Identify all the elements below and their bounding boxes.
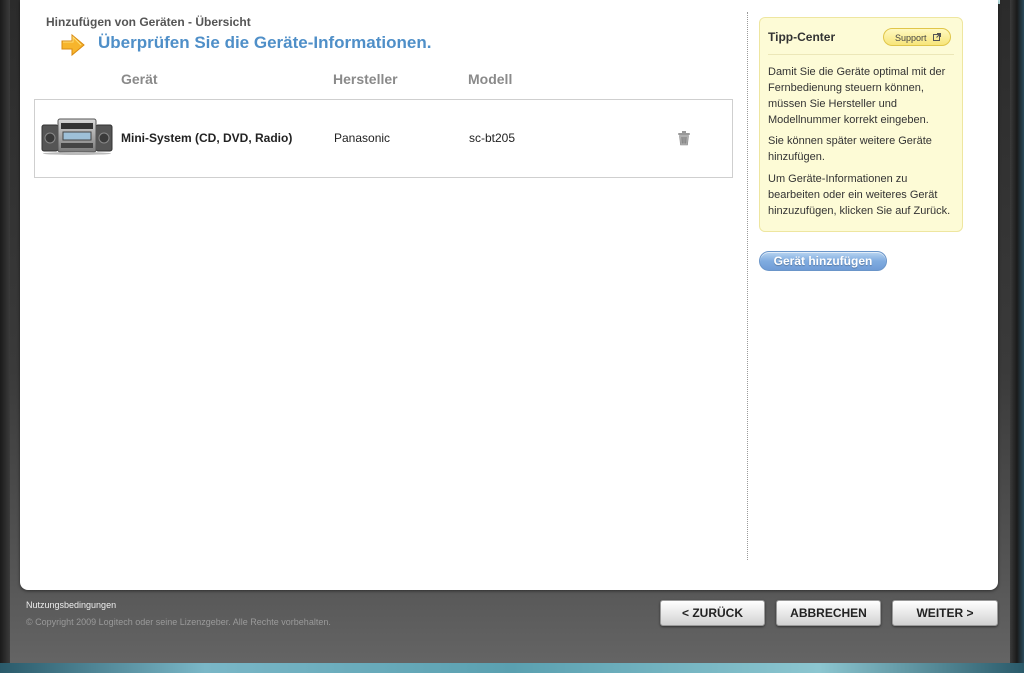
section-divider xyxy=(747,12,748,560)
device-row: Mini-System (CD, DVD, Radio) Panasonic s… xyxy=(34,99,733,178)
support-button[interactable]: Support xyxy=(883,28,951,46)
breadcrumb: Hinzufügen von Geräten - Übersicht xyxy=(46,15,251,29)
device-model: sc-bt205 xyxy=(469,131,516,145)
add-device-button[interactable]: Gerät hinzufügen xyxy=(759,251,887,271)
main-panel: Hinzufügen von Geräten - Übersicht Überp… xyxy=(20,0,998,590)
external-link-icon xyxy=(933,33,941,41)
page-title: Überprüfen Sie die Geräte-Informationen. xyxy=(98,33,432,52)
tip-center: Tipp-Center Support Damit Sie die Geräte… xyxy=(759,17,963,232)
tip-paragraph: Um Geräte-Informationen zu bearbeiten od… xyxy=(768,173,951,217)
column-header-model: Modell xyxy=(468,71,513,87)
window-frame-left xyxy=(0,0,10,673)
device-name: Mini-System (CD, DVD, Radio) xyxy=(121,131,293,145)
trash-icon[interactable] xyxy=(676,130,692,146)
back-button[interactable]: < ZURÜCK xyxy=(660,600,765,626)
mini-system-image xyxy=(41,118,113,155)
tip-center-title: Tipp-Center xyxy=(768,30,836,44)
column-header-device: Gerät xyxy=(121,71,158,87)
support-label: Support xyxy=(895,33,927,43)
arrow-right-icon xyxy=(61,33,85,57)
tip-paragraph: Sie können später weitere Geräte hinzufü… xyxy=(768,135,932,163)
copyright-text: © Copyright 2009 Logitech oder seine Liz… xyxy=(26,617,331,627)
tip-divider xyxy=(768,54,954,55)
cancel-button[interactable]: ABBRECHEN xyxy=(776,600,881,626)
tip-paragraph: Damit Sie die Geräte optimal mit der Fer… xyxy=(768,66,946,126)
terms-link[interactable]: Nutzungsbedingungen xyxy=(26,600,116,610)
column-header-manufacturer: Hersteller xyxy=(333,71,398,87)
device-manufacturer: Panasonic xyxy=(334,131,391,145)
next-button[interactable]: WEITER > xyxy=(892,600,998,626)
taskbar-glow xyxy=(0,663,1024,673)
window-frame-right xyxy=(1010,0,1024,673)
